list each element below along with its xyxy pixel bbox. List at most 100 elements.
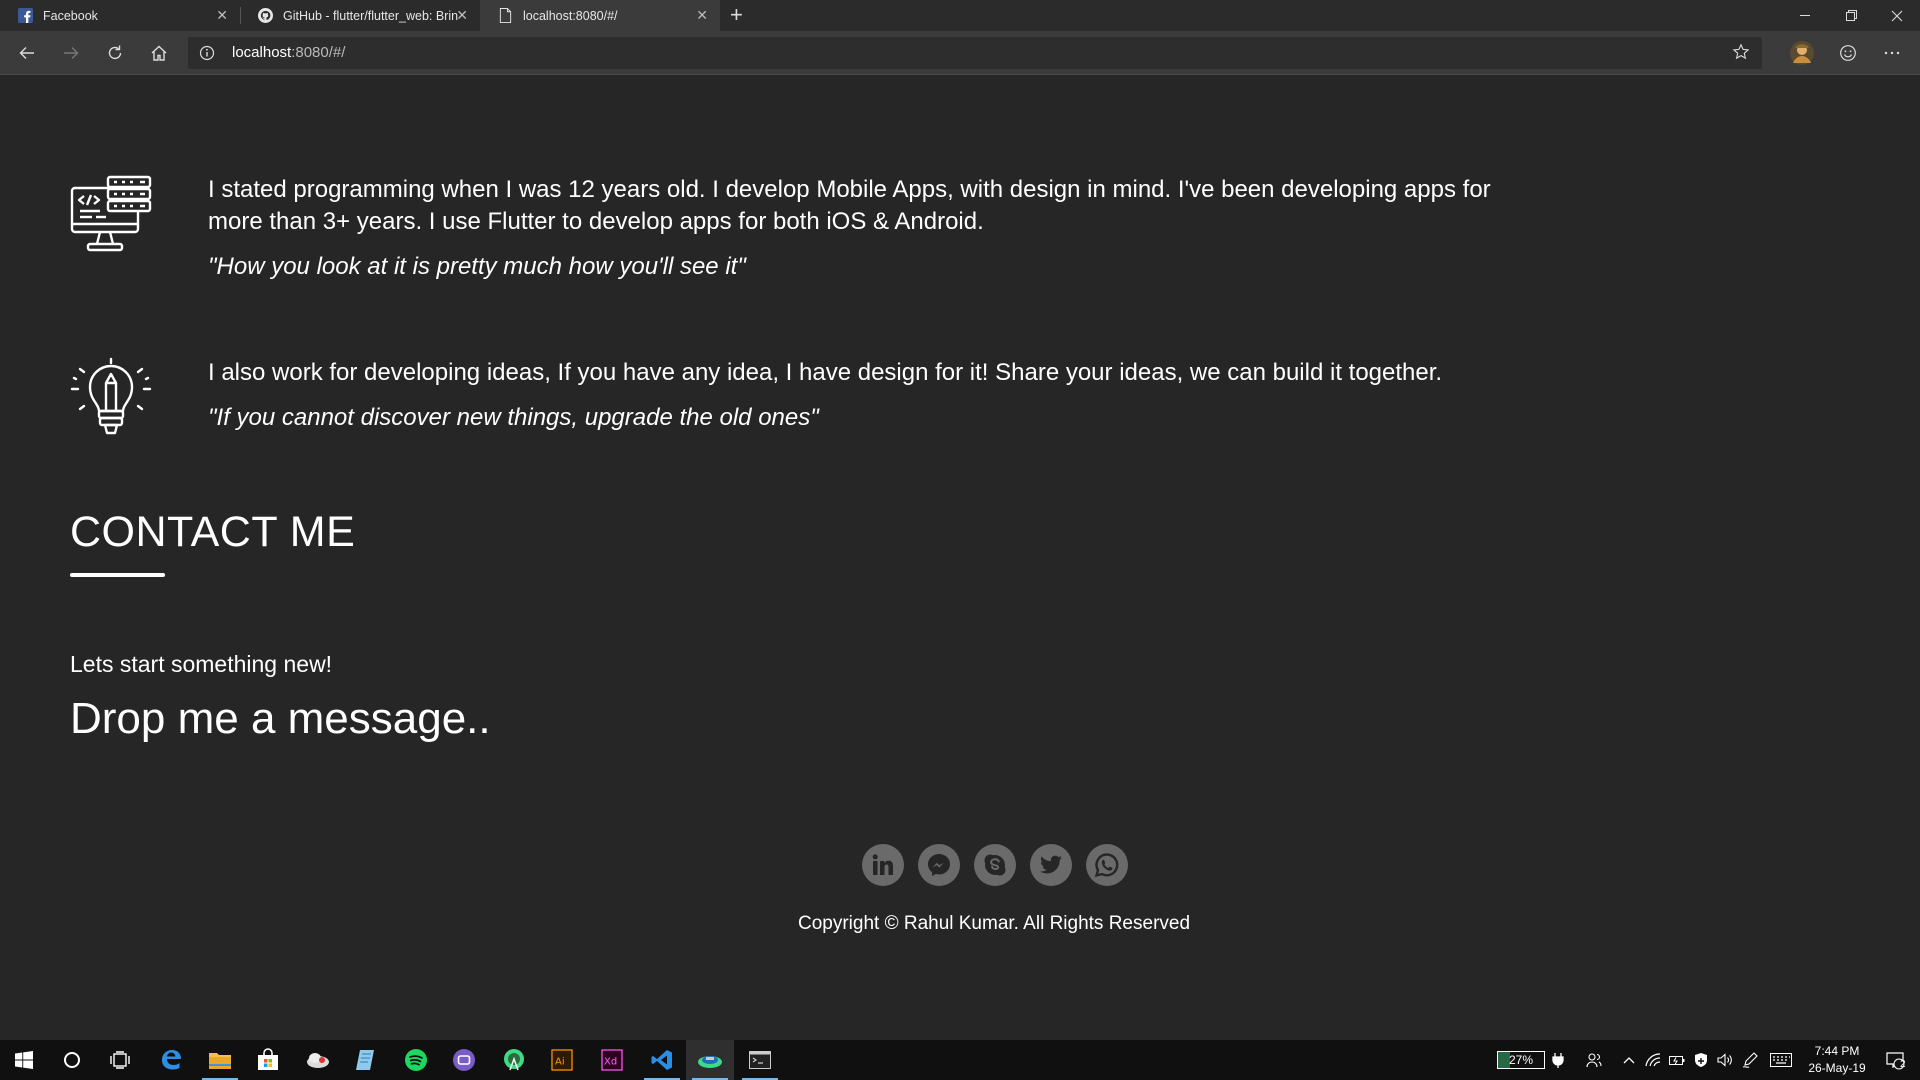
service-description: I stated programming when I was 12 years… [208,176,1491,235]
more-menu-button[interactable] [1876,37,1908,69]
footer-copyright: Copyright © Rahul Kumar. All Rights Rese… [797,913,1191,934]
profile-avatar[interactable] [1784,37,1820,69]
close-tab-icon[interactable]: ✕ [216,8,228,22]
search-circle-icon [64,1052,80,1068]
tab-localhost[interactable]: localhost:8080/#/ ✕ [480,0,720,31]
cortana-button[interactable] [48,1040,96,1080]
android-studio-icon [504,1049,524,1071]
task-view-button[interactable] [96,1040,144,1080]
volume-icon[interactable] [1714,1040,1736,1080]
developer-computer-icon [70,174,152,256]
notification-count: 2 [1900,1059,1906,1070]
cloud-app-icon [307,1053,329,1068]
address-bar[interactable]: localhost:8080/#/ [188,37,1762,69]
back-arrow-icon [19,47,34,59]
notes-app-icon [356,1050,374,1070]
windows-logo-icon [15,1051,33,1069]
tab-github[interactable]: GitHub - flutter/flutter_web: Brin ✕ [240,0,480,31]
close-tab-icon[interactable]: ✕ [456,8,468,22]
action-center-button[interactable]: 2 [1870,1040,1920,1080]
clock-date: 26-May-19 [1808,1061,1866,1075]
lightbulb-pencil-icon [70,357,152,439]
refresh-button[interactable] [99,37,131,69]
taskbar-spotify[interactable] [392,1040,440,1080]
security-shield-icon[interactable] [1690,1040,1712,1080]
drop-message-link[interactable]: Drop me a message.. [70,694,491,744]
ellipsis-icon [1884,51,1900,55]
browser-toolbar: localhost:8080/#/ [0,31,1920,75]
messenger-icon [928,854,950,876]
taskbar-file-explorer[interactable] [196,1040,244,1080]
battery-indicator[interactable]: 27% [1497,1051,1545,1069]
new-tab-button[interactable]: + [730,3,743,27]
page-icon [497,8,513,24]
facebook-icon [17,8,33,24]
contact-heading-underline [70,573,165,577]
emulator-icon [698,1056,722,1068]
service-text: I also work for developing ideas, If you… [208,357,1508,433]
linkedin-button[interactable] [862,844,904,886]
twitter-button[interactable] [1030,844,1072,886]
home-icon [151,45,167,61]
skype-icon [984,854,1006,876]
skype-button[interactable] [974,844,1016,886]
feedback-smiley-button[interactable] [1832,37,1864,69]
taskbar-terminal[interactable] [736,1040,784,1080]
charging-plug-icon [1546,1040,1570,1080]
service-text: I stated programming when I was 12 years… [208,174,1508,282]
terminal-icon [749,1051,771,1069]
people-icon[interactable] [1582,1040,1606,1080]
tab-label: Facebook [43,8,98,23]
service-quote: "How you look at it is pretty much how y… [208,253,746,280]
messenger-button[interactable] [918,844,960,886]
info-icon[interactable] [199,45,215,66]
system-clock[interactable]: 7:44 PM 26-May-19 [1800,1043,1874,1077]
keyboard-icon[interactable] [1764,1040,1798,1080]
whatsapp-icon [1094,853,1119,878]
adobe-xd-icon: Xd [601,1049,623,1071]
url-path: :8080/#/ [291,44,346,61]
task-view-icon [110,1051,130,1069]
folder-icon [209,1053,231,1069]
forward-button[interactable] [55,37,87,69]
taskbar-illustrator[interactable]: Ai [538,1040,586,1080]
show-hidden-icons-chevron-icon[interactable] [1618,1040,1640,1080]
taskbar-edge[interactable] [147,1040,195,1080]
taskbar-app-notes[interactable] [342,1040,390,1080]
tab-facebook[interactable]: Facebook ✕ [0,0,240,31]
home-button[interactable] [143,37,175,69]
back-button[interactable] [11,37,43,69]
taskbar-app-purple[interactable] [440,1040,488,1080]
service-description: I also work for developing ideas, If you… [208,359,1443,386]
illustrator-icon: Ai [551,1049,573,1071]
twitter-icon [1040,855,1062,874]
close-window-button[interactable] [1874,0,1920,31]
svg-text:Ai: Ai [555,1057,565,1068]
linkedin-icon [872,854,893,875]
browser-tab-bar: Facebook ✕ GitHub - flutter/flutter_web:… [0,0,1920,31]
taskbar-adobe-xd[interactable]: Xd [588,1040,636,1080]
battery-tray-icon[interactable] [1666,1040,1688,1080]
taskbar-android-studio[interactable] [490,1040,538,1080]
whatsapp-button[interactable] [1086,844,1128,886]
url-host: localhost [232,44,292,61]
edge-browser-icon [162,1050,181,1070]
contact-heading: CONTACT ME [70,508,356,556]
windows-taskbar: Ai Xd 27% 7:44 PM 26-May-19 2 [0,1040,1920,1080]
pen-ink-icon[interactable] [1738,1040,1762,1080]
contact-tagline: Lets start something new! [70,651,333,677]
clock-time: 7:44 PM [1814,1044,1860,1058]
start-button[interactable] [0,1040,48,1080]
store-bag-icon [258,1048,278,1070]
forward-arrow-icon [64,47,79,59]
taskbar-app-cloud[interactable] [294,1040,342,1080]
restore-button[interactable] [1828,0,1874,31]
taskbar-android-emulator[interactable] [686,1040,734,1080]
close-tab-icon[interactable]: ✕ [696,8,708,22]
taskbar-vscode[interactable] [638,1040,686,1080]
taskbar-store[interactable] [244,1040,292,1080]
tab-label: GitHub - flutter/flutter_web: Brin [283,8,458,23]
network-icon[interactable] [1642,1040,1664,1080]
minimize-button[interactable] [1782,0,1828,31]
favorite-star-icon[interactable] [1732,43,1750,66]
